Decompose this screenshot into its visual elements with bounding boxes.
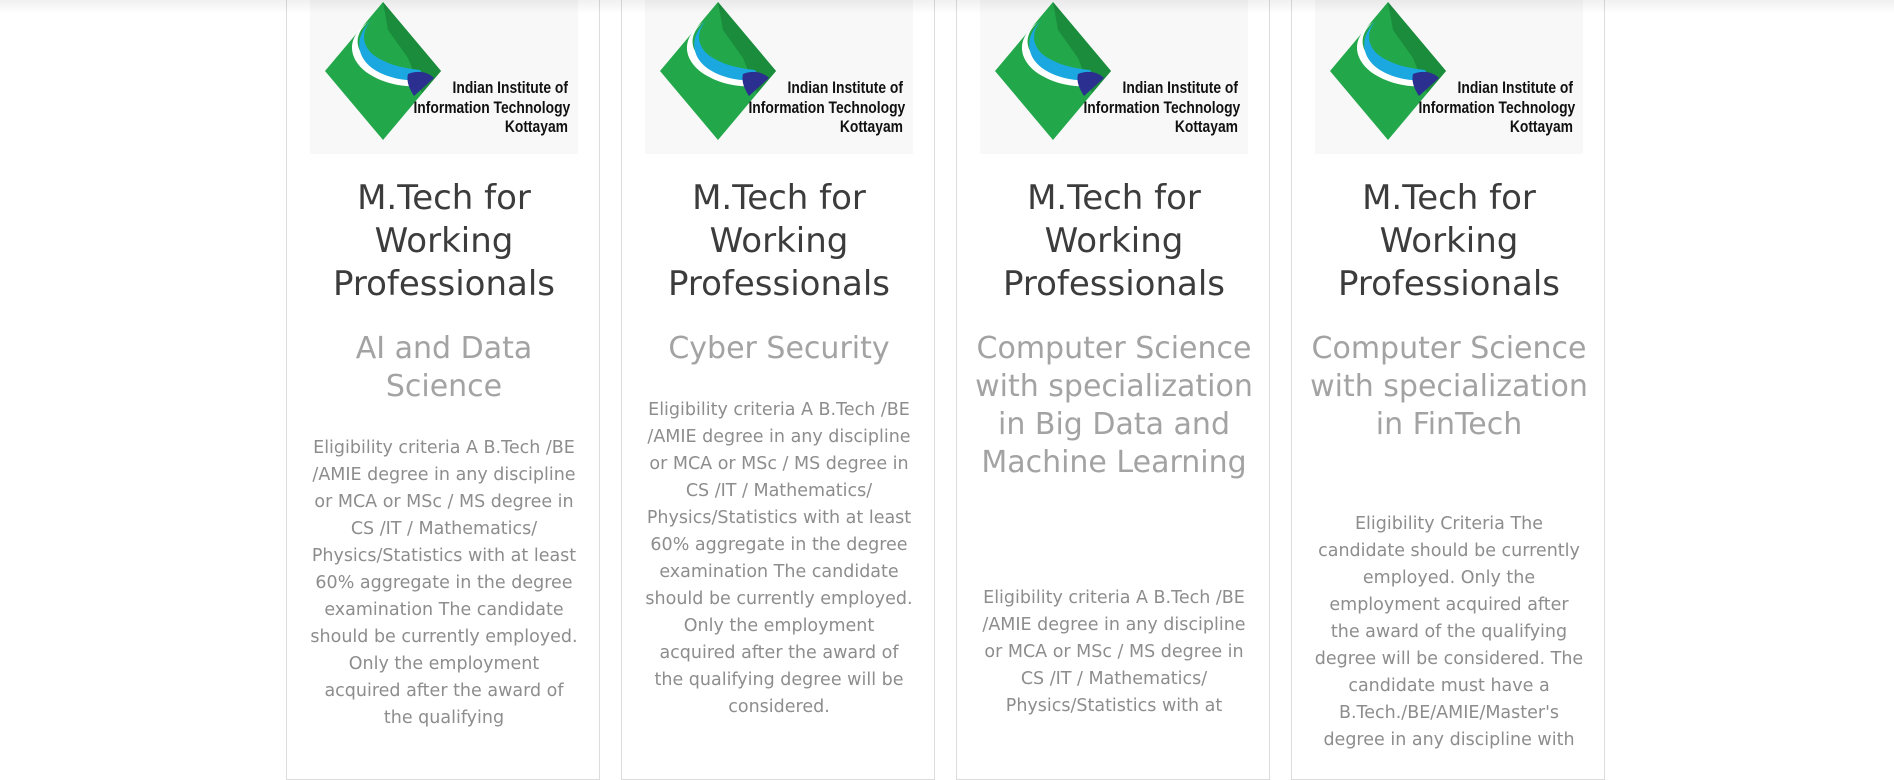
logo-wordmark: Indian Institute of Information Technolo… — [413, 79, 571, 136]
eligibility-description: Eligibility criteria A B.Tech /BE /AMIE … — [982, 588, 1246, 716]
specialization-title: Computer Science with specialization in … — [1310, 331, 1588, 442]
program-card[interactable]: Indian Institute of Information Technolo… — [1291, 0, 1605, 780]
iiit-kottayam-logo: Indian Institute of Information Technolo… — [1315, 0, 1583, 154]
iiit-kottayam-logo: Indian Institute of Information Technolo… — [310, 0, 578, 154]
program-card[interactable]: Indian Institute of Information Technolo… — [286, 0, 600, 780]
specialization-title: Cyber Security — [668, 331, 890, 366]
eligibility-description: Eligibility criteria A B.Tech /BE /AMIE … — [310, 438, 578, 728]
logo-wordmark: Indian Institute of Information Technolo… — [1418, 79, 1576, 136]
program-card[interactable]: Indian Institute of Information Technolo… — [621, 0, 935, 780]
iiit-kottayam-logo: Indian Institute of Information Technolo… — [645, 0, 913, 154]
specialization-title: Computer Science with specialization in … — [975, 331, 1253, 480]
program-title[interactable]: M.Tech for Working Professionals — [975, 177, 1253, 306]
program-card[interactable]: Indian Institute of Information Technolo… — [956, 0, 1270, 780]
eligibility-description: Eligibility criteria A B.Tech /BE /AMIE … — [645, 400, 913, 717]
logo-wordmark: Indian Institute of Information Technolo… — [1083, 79, 1241, 136]
iiit-kottayam-logo: Indian Institute of Information Technolo… — [980, 0, 1248, 154]
program-cards-row: Indian Institute of Information Technolo… — [0, 0, 1894, 780]
logo-wordmark: Indian Institute of Information Technolo… — [748, 79, 906, 136]
specialization-title: AI and Data Science — [355, 331, 533, 404]
program-title[interactable]: M.Tech for Working Professionals — [640, 177, 918, 306]
program-title[interactable]: M.Tech for Working Professionals — [305, 177, 583, 306]
eligibility-description: Eligibility Criteria The candidate shoul… — [1314, 514, 1584, 750]
program-title[interactable]: M.Tech for Working Professionals — [1310, 177, 1588, 306]
